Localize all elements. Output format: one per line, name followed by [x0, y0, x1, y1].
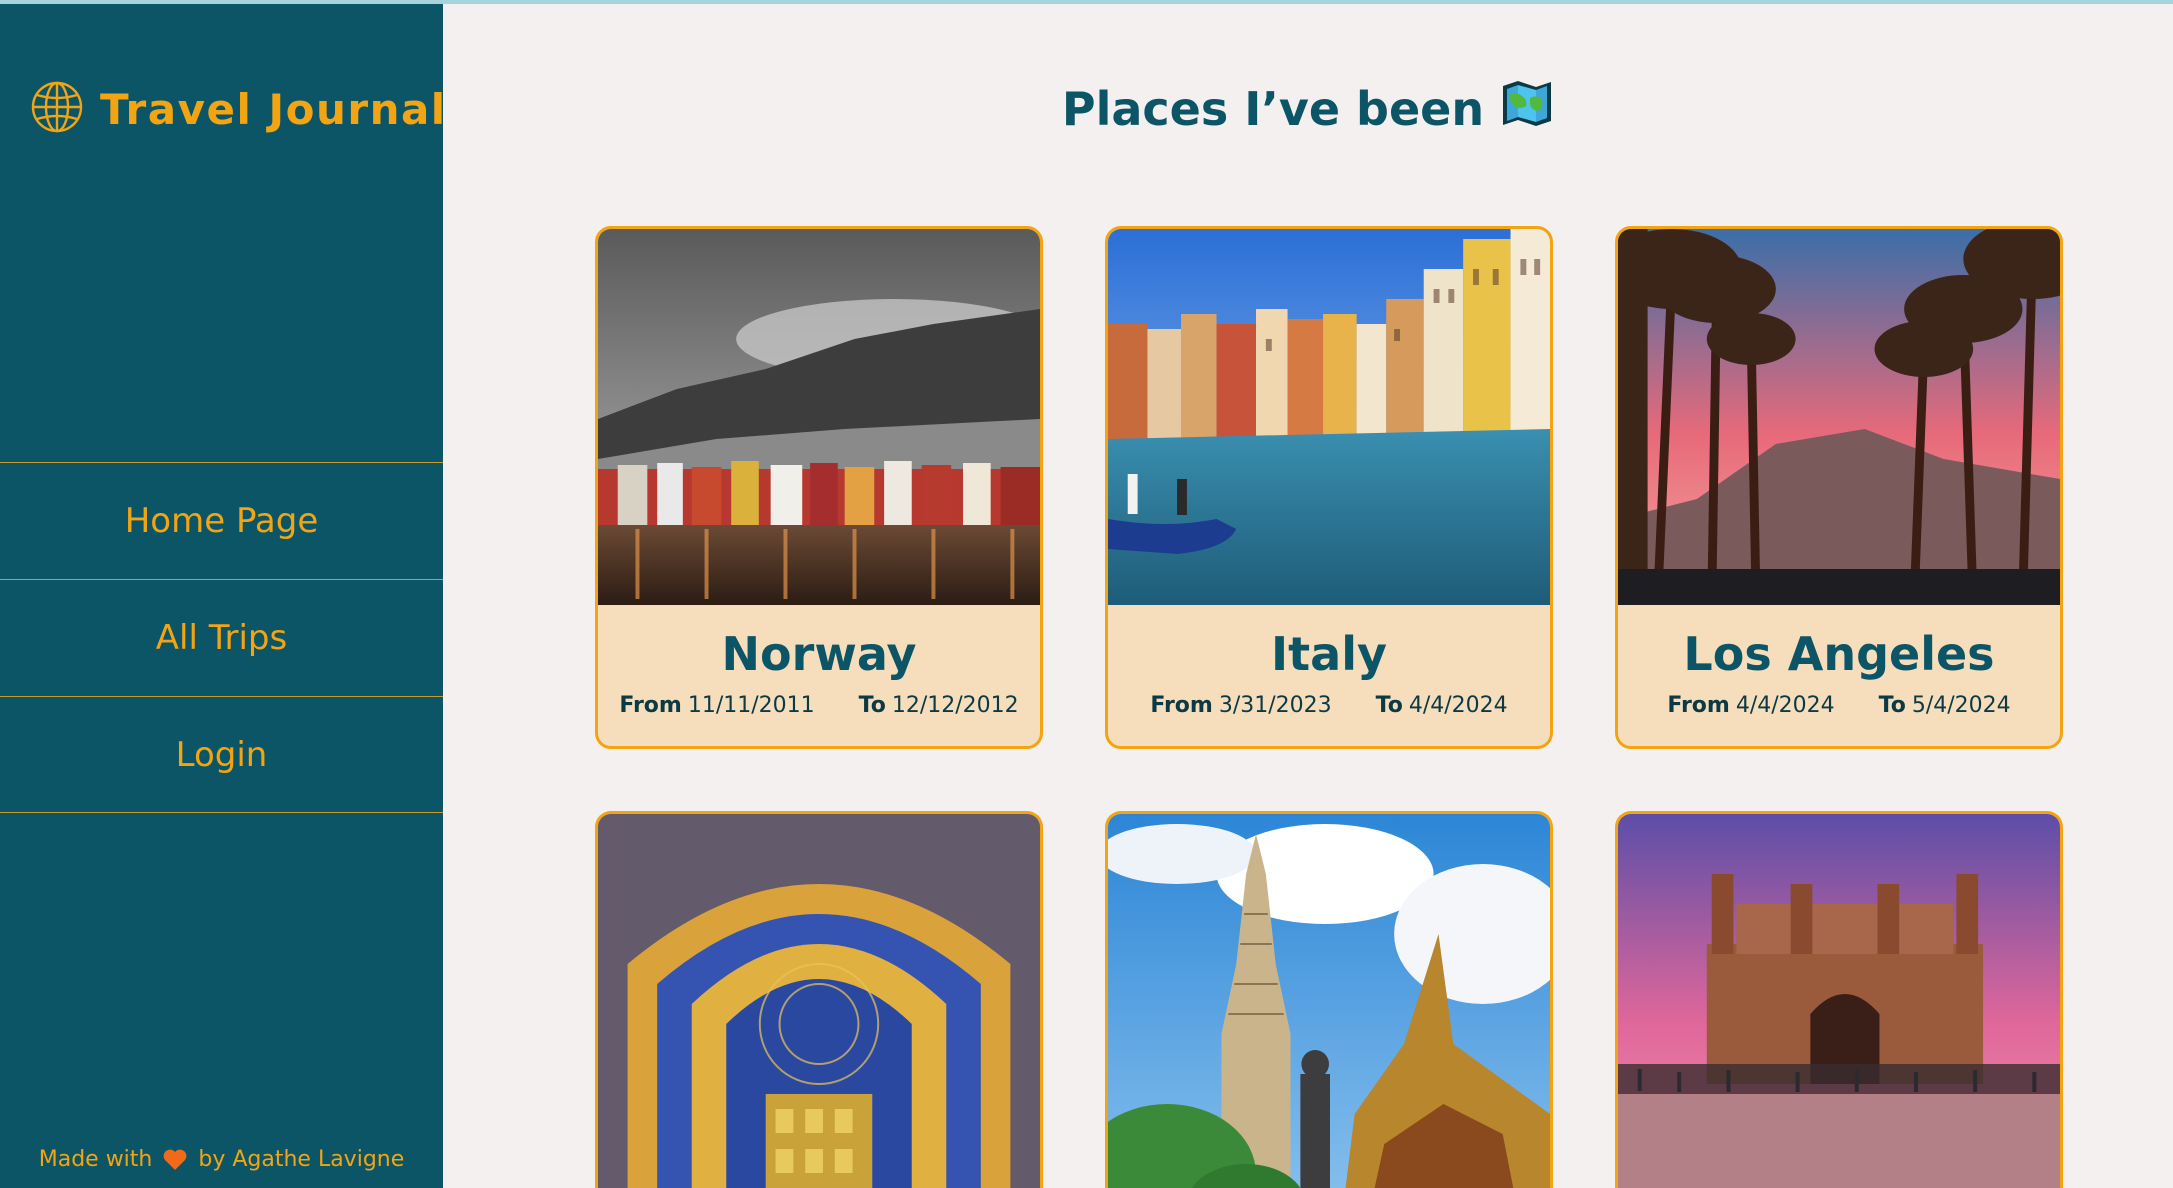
page-title: Places I’ve been: [443, 78, 2173, 139]
to-date: 4/4/2024: [1408, 693, 1508, 718]
trip-to: To 12/12/2012: [859, 693, 1019, 718]
trip-to: To 5/4/2024: [1879, 693, 2011, 718]
trip-from: From 4/4/2024: [1667, 693, 1834, 718]
trip-card-norway[interactable]: Norway From 11/11/2011 To 12/12/2012: [595, 226, 1043, 749]
trip-card-italy[interactable]: Italy From 3/31/2023 To 4/4/2024: [1105, 226, 1553, 749]
trip-name: Italy: [1271, 627, 1387, 681]
footer-credit: Made with by Agathe Lavigne: [0, 1147, 443, 1172]
footer-suffix: by Agathe Lavigne: [198, 1147, 405, 1172]
brand[interactable]: Travel Journal: [30, 80, 447, 138]
norway-photo: [598, 229, 1040, 605]
to-date: 12/12/2012: [891, 693, 1019, 718]
from-date: 3/31/2023: [1218, 693, 1332, 718]
to-label: To: [1375, 693, 1403, 718]
nav-home-page[interactable]: Home Page: [0, 462, 443, 579]
to-label: To: [858, 693, 886, 718]
heart-icon: [162, 1148, 188, 1172]
map-icon: [1484, 78, 1554, 139]
trip-card-temple[interactable]: [1105, 811, 1553, 1188]
trip-dates: From 11/11/2011 To 12/12/2012: [598, 693, 1040, 718]
trip-dates: From 4/4/2024 To 5/4/2024: [1618, 693, 2060, 718]
trip-to: To 4/4/2024: [1376, 693, 1508, 718]
from-label: From: [1667, 693, 1730, 718]
brand-title: Travel Journal: [100, 84, 447, 134]
nav-all-trips[interactable]: All Trips: [0, 579, 443, 696]
from-date: 11/11/2011: [687, 693, 815, 718]
trip-name: Norway: [721, 627, 917, 681]
mosque-photo: [598, 814, 1040, 1188]
page-title-text: Places I’ve been: [1061, 81, 1485, 136]
sidebar-nav: Home Page All Trips Login: [0, 462, 443, 813]
from-label: From: [1150, 693, 1213, 718]
trip-card-los-angeles[interactable]: Los Angeles From 4/4/2024 To 5/4/2024: [1615, 226, 2063, 749]
trip-card-gateway[interactable]: [1615, 811, 2063, 1188]
trip-from: From 11/11/2011: [619, 693, 814, 718]
to-date: 5/4/2024: [1911, 693, 2011, 718]
italy-photo: [1108, 229, 1550, 605]
from-date: 4/4/2024: [1735, 693, 1835, 718]
globe-icon: [30, 80, 84, 138]
los-angeles-photo: [1618, 229, 2060, 605]
sidebar: Travel Journal Home Page All Trips Login…: [0, 4, 445, 1188]
to-label: To: [1878, 693, 1906, 718]
trip-dates: From 3/31/2023 To 4/4/2024: [1108, 693, 1550, 718]
nav-login[interactable]: Login: [0, 696, 443, 813]
temple-photo: [1108, 814, 1550, 1188]
from-label: From: [619, 693, 682, 718]
trip-card-mosque[interactable]: [595, 811, 1043, 1188]
gateway-photo: [1618, 814, 2060, 1188]
trip-name: Los Angeles: [1683, 627, 1995, 681]
trip-from: From 3/31/2023: [1150, 693, 1331, 718]
footer-prefix: Made with: [38, 1147, 153, 1172]
